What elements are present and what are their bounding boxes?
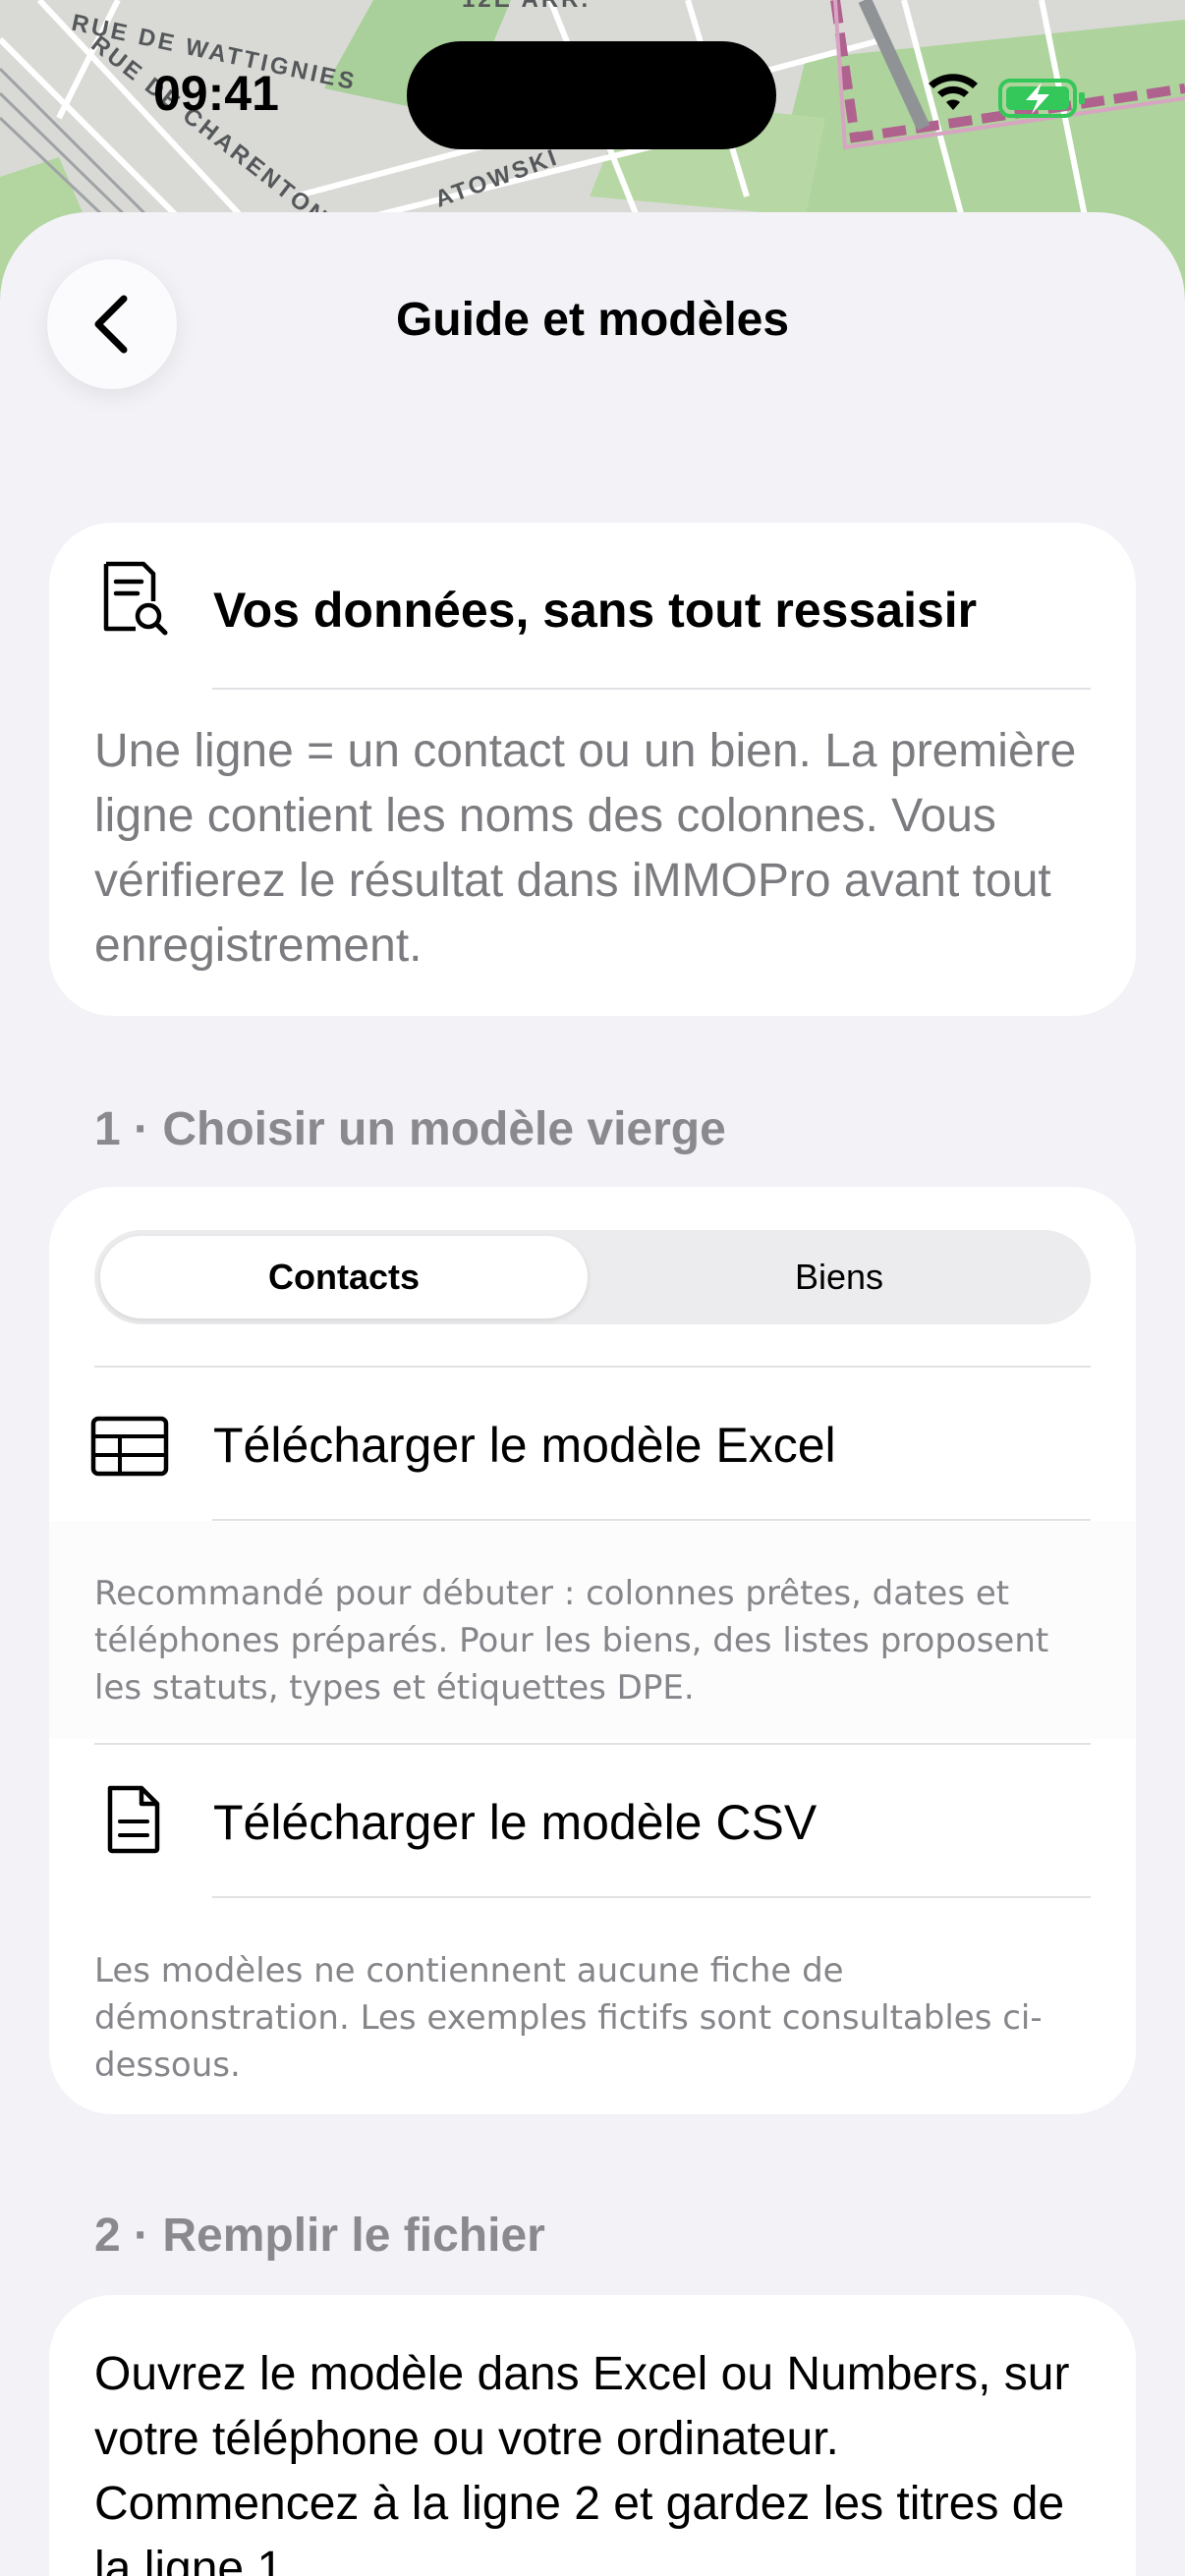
document-icon (104, 1784, 163, 1860)
status-time: 09:41 (153, 66, 279, 121)
segmented-control: Contacts Biens (94, 1230, 1091, 1324)
fill-file-card: Ouvrez le modèle dans Excel ou Numbers, … (49, 2295, 1136, 2576)
download-csv-label: Télécharger le modèle CSV (213, 1795, 818, 1850)
fill-file-body: Ouvrez le modèle dans Excel ou Numbers, … (94, 2348, 1070, 2576)
divider (212, 688, 1091, 690)
divider (212, 1896, 1091, 1898)
section-header-step1: 1 · Choisir un modèle vierge (94, 1103, 726, 1155)
intro-title: Vos données, sans tout ressaisir (213, 583, 978, 638)
excel-note: Recommandé pour débuter : colonnes prête… (94, 1574, 1049, 1708)
download-excel-row[interactable]: Télécharger le modèle Excel (49, 1368, 1136, 1519)
segment-biens[interactable]: Biens (593, 1236, 1085, 1318)
download-csv-row[interactable]: Télécharger le modèle CSV (49, 1745, 1136, 1896)
table-icon (90, 1415, 169, 1483)
download-excel-label: Télécharger le modèle Excel (213, 1418, 836, 1473)
templates-card: Contacts Biens Télécharger le modèle Exc… (49, 1187, 1136, 2114)
wifi-icon (929, 74, 978, 110)
battery-charging-icon (998, 79, 1085, 118)
document-search-icon (94, 558, 173, 642)
section-header-step2: 2 · Remplir le fichier (94, 2210, 545, 2262)
map-district-label: 12E ARR. (462, 0, 591, 14)
csv-note: Les modèles ne contiennent aucune fiche … (94, 1951, 1043, 2085)
modal-sheet: Guide et modèles Vos données, sans tout … (0, 212, 1185, 2576)
status-icons (880, 71, 1120, 125)
intro-body: Une ligne = un contact ou un bien. La pr… (94, 725, 1077, 972)
dynamic-island (407, 41, 776, 149)
intro-card: Vos données, sans tout ressaisir Une lig… (49, 523, 1136, 1016)
segment-contacts[interactable]: Contacts (100, 1236, 588, 1318)
page-title: Guide et modèles (395, 294, 790, 346)
